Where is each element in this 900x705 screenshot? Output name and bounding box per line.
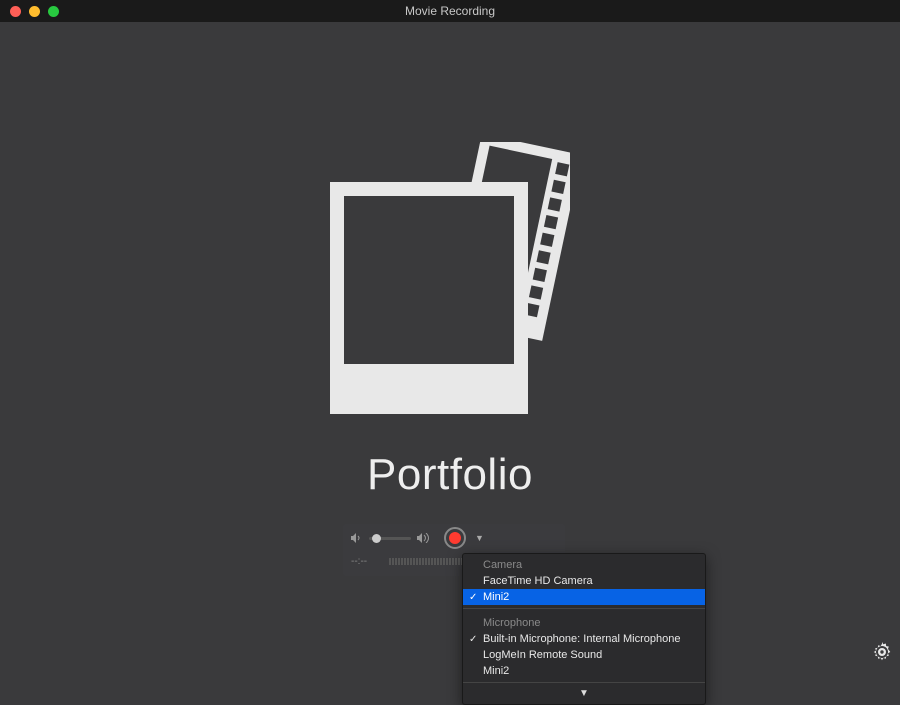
volume-high-icon	[417, 533, 432, 543]
menu-item-label: Built-in Microphone: Internal Microphone	[483, 633, 681, 645]
placeholder-title: Portfolio	[367, 450, 533, 500]
camera-section-header: Camera	[463, 554, 705, 573]
camera-option-mini2[interactable]: ✓ Mini2	[463, 589, 705, 605]
menu-divider	[463, 608, 705, 609]
microphone-section-header: Microphone	[463, 612, 705, 631]
content-area: Portfolio	[0, 22, 900, 675]
timecode-label: --:--	[351, 556, 379, 567]
close-button[interactable]	[10, 6, 21, 17]
menu-scroll-down-icon[interactable]: ▼	[463, 686, 705, 702]
volume-slider[interactable]	[369, 537, 411, 540]
traffic-lights	[0, 6, 59, 17]
maximize-button[interactable]	[48, 6, 59, 17]
controls-top-row: ▼	[343, 524, 565, 552]
check-icon: ✓	[469, 634, 477, 645]
input-source-menu: Camera FaceTime HD Camera ✓ Mini2 Microp…	[462, 553, 706, 705]
mic-option-logmein[interactable]: LogMeIn Remote Sound	[463, 647, 705, 663]
settings-gear-icon[interactable]	[872, 642, 892, 667]
volume-low-icon	[351, 533, 363, 543]
placeholder-graphic	[330, 142, 570, 427]
options-chevron-down-icon[interactable]: ▼	[475, 533, 484, 543]
mic-option-mini2[interactable]: Mini2	[463, 663, 705, 679]
window-title: Movie Recording	[405, 4, 495, 18]
record-dot-icon	[449, 532, 461, 544]
menu-item-label: Mini2	[483, 591, 509, 603]
menu-item-label: LogMeIn Remote Sound	[483, 649, 602, 661]
titlebar[interactable]: Movie Recording	[0, 0, 900, 22]
mic-option-builtin[interactable]: ✓ Built-in Microphone: Internal Micropho…	[463, 631, 705, 647]
menu-item-label: Mini2	[483, 665, 509, 677]
menu-item-label: FaceTime HD Camera	[483, 575, 593, 587]
camera-option-facetime[interactable]: FaceTime HD Camera	[463, 573, 705, 589]
menu-divider	[463, 682, 705, 683]
record-button[interactable]	[444, 527, 466, 549]
minimize-button[interactable]	[29, 6, 40, 17]
check-icon: ✓	[469, 592, 477, 603]
